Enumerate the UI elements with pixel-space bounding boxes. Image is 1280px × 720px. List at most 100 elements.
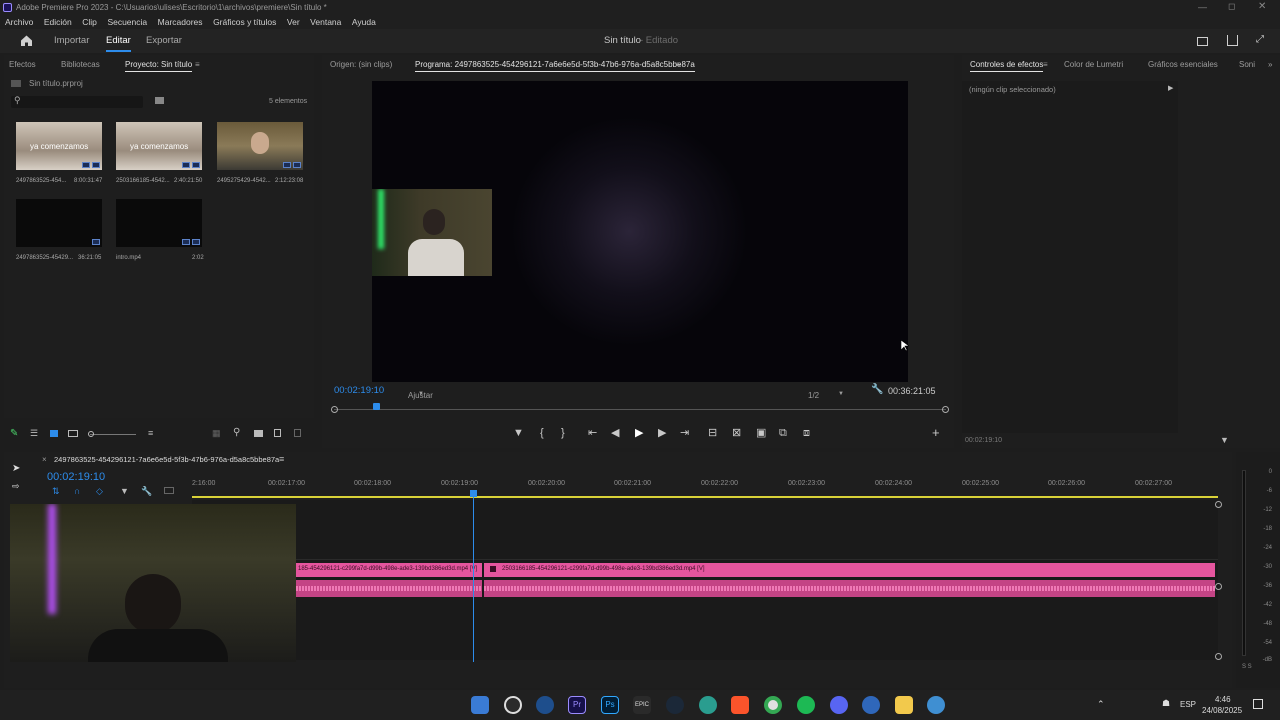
share-icon[interactable] [1227,35,1238,46]
timeline-current-time[interactable]: 00:02:19:10 [47,471,105,483]
tab-essential-graphics[interactable]: Gráficos esenciales [1148,60,1218,69]
panel-menu-icon[interactable]: ≡ [676,60,681,69]
project-item-5[interactable] [116,199,202,247]
tab-exportar[interactable]: Exportar [146,35,182,46]
project-item-1[interactable]: ya comenzamos [16,122,102,170]
mark-out-icon[interactable]: } [561,427,565,439]
program-video-frame[interactable] [372,81,908,382]
nest-icon[interactable]: ⇅ [52,486,60,497]
tab-bibliotecas[interactable]: Bibliotecas [61,60,100,69]
program-scrubber[interactable] [331,403,949,417]
audio-clip-1[interactable] [296,580,482,597]
notifications-icon[interactable] [1253,699,1263,709]
menu-edicion[interactable]: Edición [44,15,72,29]
epic-games-icon[interactable]: EPIC [633,696,651,714]
extract-icon[interactable]: ⊠ [732,427,741,439]
overflow-icon[interactable]: » [1268,60,1272,69]
clip-1[interactable]: 185-454296121-c299fa7d-d99b-498e-ade3-13… [296,563,482,577]
work-area-bar[interactable] [192,496,1218,498]
compare-view-icon[interactable]: ⧉ [779,427,787,439]
panel-menu-icon[interactable]: ≡ [279,454,284,464]
edge-icon[interactable] [699,696,717,714]
lift-icon[interactable]: ⊟ [708,427,717,439]
zoom-handle-mid[interactable] [1215,583,1222,590]
panel-menu-icon[interactable]: ≡ [1043,60,1048,69]
tab-editar[interactable]: Editar [106,35,131,52]
brave-icon[interactable] [731,696,749,714]
premiere-icon[interactable]: Pr [568,696,586,714]
selection-tool-icon[interactable]: ➤ [12,463,20,474]
icon-view-icon[interactable] [50,430,58,437]
maximize-button[interactable]: ◻ [1228,1,1235,12]
go-to-out-icon[interactable]: ⇥ [680,427,689,439]
close-button[interactable]: ✕ [1258,1,1266,12]
track-select-icon[interactable]: ⇨ [12,481,20,492]
chevron-up-icon[interactable]: ⌃ [1097,699,1105,710]
play-button[interactable]: ▶ [635,427,643,439]
filter-icon[interactable]: ▼ [1220,435,1229,445]
ccleaner-icon[interactable] [536,696,554,714]
menu-secuencia[interactable]: Secuencia [107,15,147,29]
workspaces-icon[interactable] [1197,37,1208,46]
program-current-time[interactable]: 00:02:19:10 [334,385,384,396]
proxy-icon[interactable]: ⧈ [803,427,810,439]
settings-wrench-icon[interactable]: 🔧 [141,486,152,497]
solo-buttons[interactable]: S S [1242,664,1252,670]
add-button-icon[interactable]: + [932,426,940,439]
automate-icon[interactable]: ▦ [212,428,221,439]
menu-ver[interactable]: Ver [287,15,300,29]
freeform-view-icon[interactable] [68,430,78,437]
sort-icon[interactable]: ≡ [148,428,153,438]
tab-proyecto[interactable]: Proyecto: Sin título [125,60,193,72]
wifi-icon[interactable]: ☗ [1162,698,1170,709]
tab-importar[interactable]: Importar [54,35,89,46]
wrench-icon[interactable]: 🔧 [871,384,883,395]
sequence-tab[interactable]: 2497863525-454296121-7a6e6e5d-5f3b-47b6-… [54,455,279,464]
trash-icon[interactable] [294,429,301,437]
tab-effect-controls[interactable]: Controles de efectos [970,60,1044,72]
photoshop-icon[interactable]: Ps [601,696,619,714]
expand-icon[interactable]: ▶ [1168,84,1173,92]
file-explorer-icon[interactable] [895,696,913,714]
clip-2[interactable]: 2503166185-454296121-c299fa7d-d99b-498e-… [484,563,1215,577]
discord-icon[interactable] [830,696,848,714]
project-item-4[interactable] [16,199,102,247]
new-item-icon[interactable] [274,429,281,437]
clock-date[interactable]: 24/08/2025 [1202,706,1242,715]
tab-source[interactable]: Origen: (sin clips) [330,60,392,69]
tab-sound[interactable]: Soni [1239,60,1255,69]
step-forward-icon[interactable]: ▶ [658,427,666,439]
close-sequence-icon[interactable]: × [42,455,47,464]
steam-icon[interactable] [666,696,684,714]
menu-clip[interactable]: Clip [82,15,97,29]
new-bin-button[interactable] [254,430,263,437]
zoom-handle-bottom[interactable] [1215,653,1222,660]
obs-icon[interactable] [504,696,522,714]
video-track-area[interactable] [192,500,1218,560]
project-item-3[interactable] [217,122,303,170]
snap-icon[interactable]: ∩ [74,486,80,496]
zoom-handle-top[interactable] [1215,501,1222,508]
project-item-2[interactable]: ya comenzamos [116,122,202,170]
captions-icon[interactable] [164,487,174,494]
pencil-icon[interactable]: ✎ [10,428,18,439]
clock-time[interactable]: 4:46 [1215,695,1231,704]
linked-selection-icon[interactable]: ◇ [96,486,103,497]
app-icon[interactable] [927,696,945,714]
new-bin-icon[interactable] [155,97,164,104]
tab-program[interactable]: Programa: 2497863525-454296121-7a6e6e5d-… [415,60,695,72]
panel-menu-icon[interactable]: ≡ [195,60,200,69]
timeline-playhead[interactable] [470,490,477,662]
step-back-icon[interactable]: ◀ [611,427,619,439]
language[interactable]: ESP [1180,700,1196,709]
menu-archivo[interactable]: Archivo [5,15,33,29]
go-to-in-icon[interactable]: ⇤ [588,427,597,439]
find-icon[interactable]: ⚲ [233,427,240,438]
menu-ventana[interactable]: Ventana [310,15,341,29]
home-icon[interactable] [20,34,33,47]
menu-marcadores[interactable]: Marcadores [158,15,203,29]
minimize-button[interactable]: — [1198,2,1207,12]
menu-graficos[interactable]: Gráficos y títulos [213,15,276,29]
mark-in-icon[interactable]: { [540,427,544,439]
chrome-icon[interactable] [764,696,782,714]
